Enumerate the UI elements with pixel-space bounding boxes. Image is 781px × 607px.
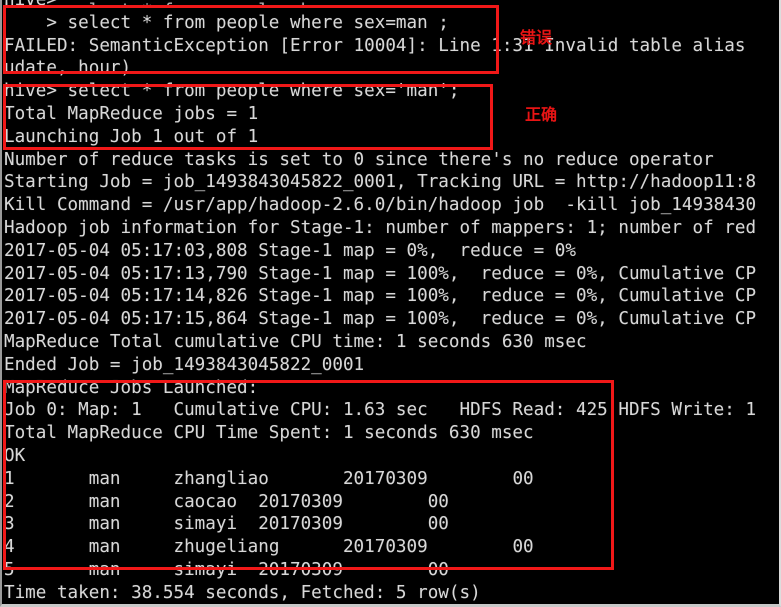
terminal-line-20: OK <box>4 445 26 466</box>
terminal-window[interactable]: hive> select * from people where sex=man… <box>0 0 781 607</box>
result-row-5: 5 man simayi 20170309 00 <box>4 559 449 580</box>
terminal-line-4: hive> select * from people where sex='ma… <box>4 81 460 102</box>
result-row-4: 4 man zhugeliang 20170309 00 <box>4 537 534 558</box>
terminal-line-6: Launching Job 1 out of 1 <box>4 126 259 147</box>
terminal-line-7: Number of reduce tasks is set to 0 since… <box>4 149 714 170</box>
terminal-line-1: > select * from people where sex=man ; <box>4 12 449 33</box>
terminal-line-18: Job 0: Map: 1 Cumulative CPU: 1.63 sec H… <box>4 400 757 421</box>
result-row-3: 3 man simayi 20170309 00 <box>4 514 449 535</box>
terminal-line-0: hive> <box>4 0 57 10</box>
terminal-line-3: udate, hour) <box>4 58 132 79</box>
terminal-line-11: 2017-05-04 05:17:03,808 Stage-1 map = 0%… <box>4 240 576 261</box>
terminal-line-2: FAILED: SemanticException [Error 10004]:… <box>4 35 746 56</box>
result-row-2: 2 man caocao 20170309 00 <box>4 491 449 512</box>
terminal-screen[interactable]: hive> > select * from people where sex=m… <box>2 0 779 604</box>
terminal-line-12: 2017-05-04 05:17:13,790 Stage-1 map = 10… <box>4 263 757 284</box>
terminal-line-9: Kill Command = /usr/app/hadoop-2.6.0/bin… <box>4 195 757 216</box>
terminal-line-10: Hadoop job information for Stage-1: numb… <box>4 217 757 238</box>
terminal-line-17: MapReduce Jobs Launched: <box>4 377 259 398</box>
annotation-label-correct: 正确 <box>525 105 558 124</box>
terminal-line-15: MapReduce Total cumulative CPU time: 1 s… <box>4 331 587 352</box>
terminal-line-19: Total MapReduce CPU Time Spent: 1 second… <box>4 423 534 444</box>
terminal-line-26: Time taken: 38.554 seconds, Fetched: 5 r… <box>4 582 481 603</box>
terminal-line-14: 2017-05-04 05:17:15,864 Stage-1 map = 10… <box>4 309 757 330</box>
terminal-line-8: Starting Job = job_1493843045822_0001, T… <box>4 172 757 193</box>
terminal-line-13: 2017-05-04 05:17:14,826 Stage-1 map = 10… <box>4 286 757 307</box>
annotation-label-error: 错误 <box>520 28 553 47</box>
terminal-line-16: Ended Job = job_1493843045822_0001 <box>4 354 365 375</box>
terminal-line-5: Total MapReduce jobs = 1 <box>4 103 259 124</box>
result-row-1: 1 man zhangliao 20170309 00 <box>4 468 534 489</box>
